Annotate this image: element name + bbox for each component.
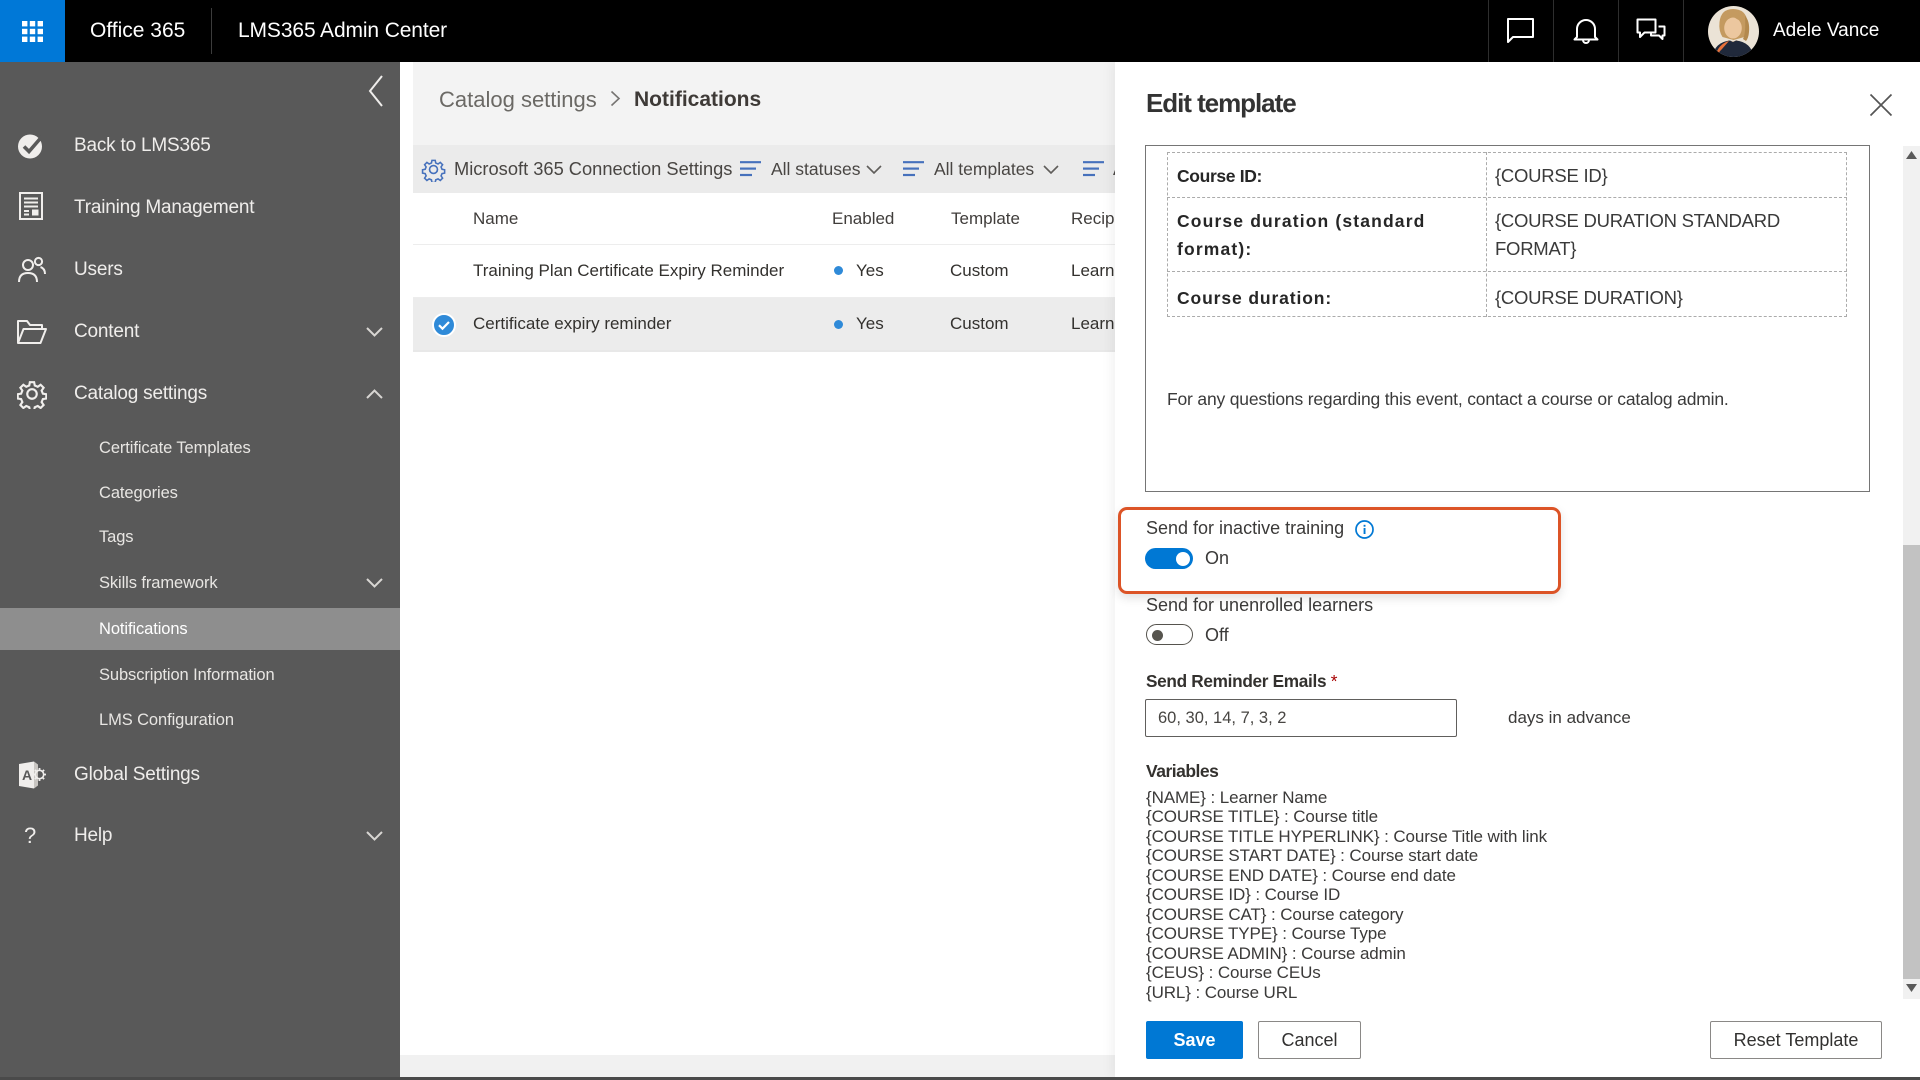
svg-text:A: A [22,767,32,783]
